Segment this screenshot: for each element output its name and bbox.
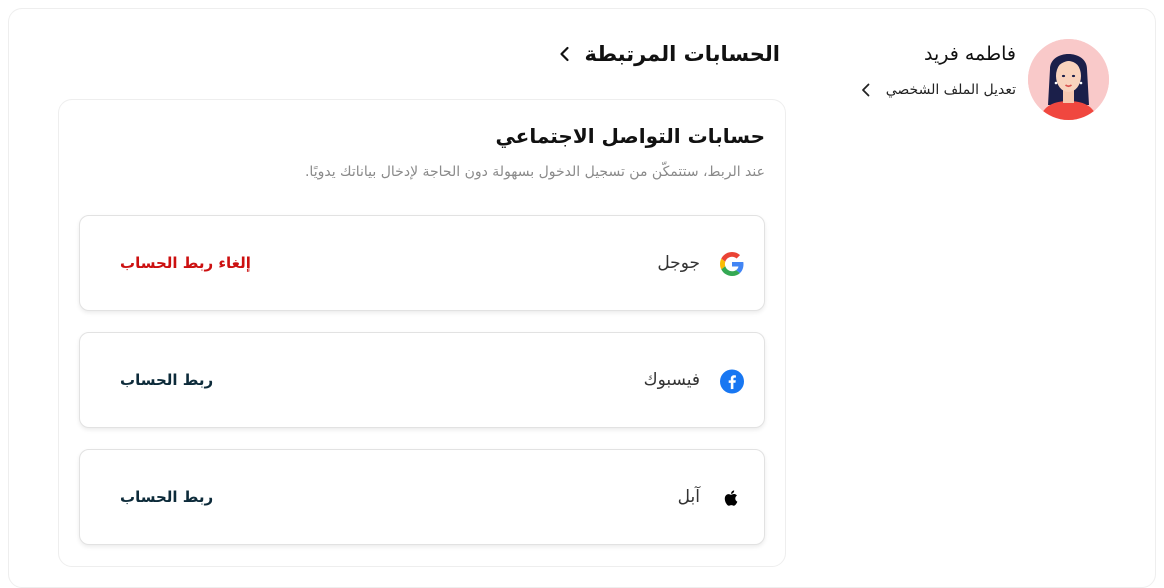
- link-apple-button[interactable]: ربط الحساب: [120, 488, 213, 506]
- back-button[interactable]: [556, 45, 574, 63]
- chevron-left-icon: [858, 82, 874, 98]
- account-name-google: جوجل: [657, 253, 700, 273]
- chevron-left-icon: [560, 46, 570, 62]
- unlink-google-button[interactable]: إلغاء ربط الحساب: [120, 254, 251, 272]
- avatar[interactable]: [1028, 39, 1109, 120]
- account-row-google: جوجل إلغاء ربط الحساب: [79, 215, 765, 311]
- account-name-apple: آبل: [677, 487, 700, 507]
- account-row-apple: آبل ربط الحساب: [79, 449, 765, 545]
- edit-profile-link[interactable]: تعديل الملف الشخصي: [858, 82, 1016, 98]
- link-facebook-button[interactable]: ربط الحساب: [120, 371, 213, 389]
- user-name: فاطمه فريد: [923, 43, 1016, 65]
- account-row-facebook: فيسبوك ربط الحساب: [79, 332, 765, 428]
- woman-avatar-icon: [1028, 39, 1109, 120]
- card-title: حسابات التواصل الاجتماعي: [495, 124, 765, 148]
- google-icon: [720, 252, 744, 276]
- card-subtitle: عند الربط، ستتمكّن من تسجيل الدخول بسهول…: [304, 164, 765, 180]
- account-name-facebook: فيسبوك: [643, 370, 700, 390]
- page-header: الحسابات المرتبطة: [556, 42, 780, 66]
- edit-profile-label: تعديل الملف الشخصي: [885, 82, 1016, 98]
- social-accounts-card: حسابات التواصل الاجتماعي عند الربط، ستتم…: [58, 99, 786, 567]
- apple-icon: [720, 486, 744, 510]
- page-title: الحسابات المرتبطة: [584, 42, 780, 66]
- facebook-icon: [720, 369, 744, 393]
